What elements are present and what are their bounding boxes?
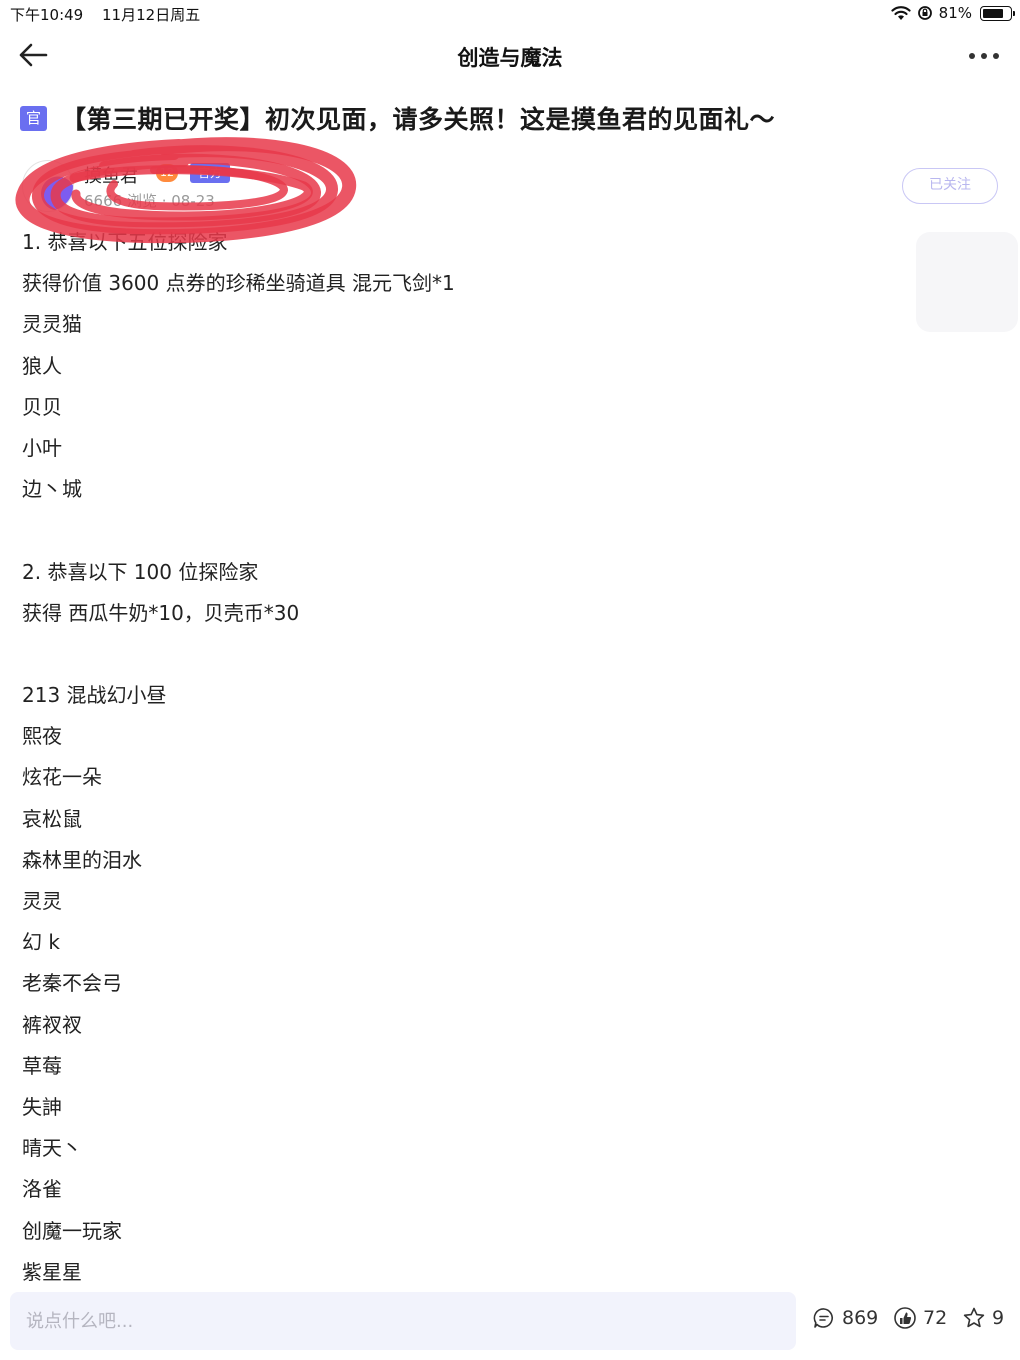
follow-button[interactable]: 已关注: [902, 168, 998, 204]
battery-fill: [983, 8, 1003, 18]
more-dots-icon: [969, 53, 999, 59]
content-line: 失訷: [22, 1094, 62, 1119]
status-left: 下午10:49 11月12日周五: [10, 4, 214, 25]
official-tag: 官: [20, 105, 47, 131]
more-button[interactable]: [966, 44, 1002, 68]
content-line: 紫星星: [22, 1259, 82, 1284]
battery-icon: [980, 5, 1015, 21]
content-line: 创魔一玩家: [22, 1218, 122, 1243]
post-title-text: 【第三期已开奖】初次见面，请多关照！这是摸鱼君的见面礼～: [61, 105, 776, 134]
role-badge: 官方: [190, 163, 230, 183]
content-line: 边丶城: [22, 477, 82, 502]
content-line: 洛雀: [22, 1177, 62, 1202]
content-line: 213 混战幻小昼: [22, 683, 167, 708]
bottom-bar: 869 72 9: [0, 1288, 1020, 1360]
level-badge: 12: [156, 164, 178, 182]
content-line: 森林里的泪水: [22, 847, 142, 872]
comment-count: 869: [842, 1307, 879, 1329]
star-icon: [963, 1307, 985, 1328]
like-icon: [894, 1307, 916, 1329]
content-line: 炫花一朵: [22, 765, 102, 790]
content-line: 小叶: [22, 435, 62, 460]
author-name[interactable]: 摸鱼君: [84, 162, 138, 188]
author-meta: 6666 浏览 · 08-23: [84, 192, 215, 210]
status-time: 下午10:49: [10, 6, 84, 24]
content-line: 裤衩衩: [22, 1012, 82, 1037]
rotation-lock-icon: [917, 6, 932, 20]
avatar[interactable]: [22, 160, 74, 212]
favorite-count-button[interactable]: 9: [962, 1306, 1004, 1330]
like-count-button[interactable]: 72: [893, 1306, 947, 1330]
content-line: 灵灵: [22, 889, 62, 913]
content-line: 哀松鼠: [22, 806, 82, 831]
content-line: 老秦不会弓: [22, 971, 122, 996]
nav-bar: 创造与魔法: [0, 30, 1020, 82]
comment-count-button[interactable]: 869: [812, 1306, 878, 1330]
status-bar: 下午10:49 11月12日周五 81%: [0, 0, 1020, 28]
content-line: 获得 西瓜牛奶*10，贝壳币*30: [22, 600, 300, 625]
status-right: 81%: [891, 4, 1015, 22]
page-title: 创造与魔法: [457, 46, 563, 70]
content-line: 1. 恭喜以下五位探险家: [22, 230, 228, 254]
author-row: 摸鱼君 12 官方 6666 浏览 · 08-23 已关注: [20, 158, 1010, 218]
post-content: 1. 恭喜以下五位探险家获得价值 3600 点券的珍稀坐骑道具 混元飞剑*1 灵灵…: [22, 222, 902, 1293]
content-line: 灵灵猫: [22, 312, 82, 337]
status-date: 11月12日周五: [102, 6, 201, 24]
battery-cap: [1013, 10, 1015, 16]
content-line: 草莓: [22, 1053, 62, 1078]
content-line: 熙夜: [22, 724, 62, 749]
content-line: 幻 k: [22, 930, 60, 955]
battery-percent: 81%: [938, 4, 972, 22]
comment-icon: [813, 1308, 833, 1328]
content-line: 贝贝: [22, 394, 62, 419]
favorite-count: 9: [992, 1307, 1005, 1329]
comment-input[interactable]: [10, 1292, 796, 1350]
side-placeholder-block: [916, 232, 1018, 332]
like-count: 72: [923, 1307, 948, 1329]
wifi-icon: [891, 6, 911, 20]
content-line: 狼人: [22, 353, 62, 378]
content-line: 2. 恭喜以下 100 位探险家: [22, 559, 259, 584]
content-line: 晴天丶: [22, 1136, 82, 1161]
post-title: 官 【第三期已开奖】初次见面，请多关照！这是摸鱼君的见面礼～: [20, 100, 1010, 136]
content-line: 获得价值 3600 点券的珍稀坐骑道具 混元飞剑*1: [22, 271, 455, 296]
